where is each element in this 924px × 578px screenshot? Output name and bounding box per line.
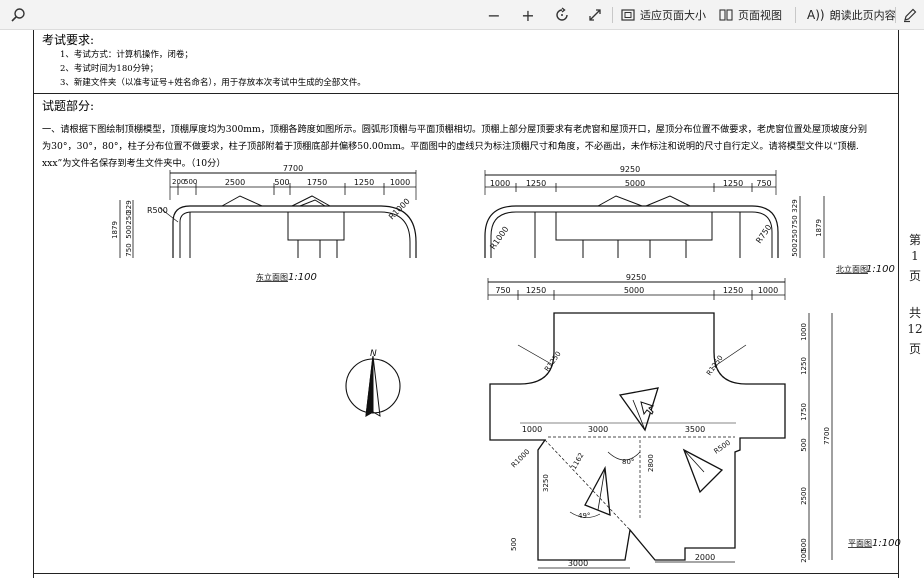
dim-label: 1250 (526, 179, 546, 188)
dim-label: 1879 (815, 219, 823, 237)
dim-label: 1000 (390, 178, 410, 187)
dim-label: 1879 (111, 221, 119, 239)
dim-label: 1000 (522, 425, 542, 434)
dim-label: 250 (791, 229, 799, 242)
technical-drawing: 7700 200 500 2500 500 1750 1250 1000 187… (111, 164, 901, 569)
dim-label: 1250 (800, 357, 808, 375)
dim-label: 750 (125, 243, 133, 256)
dim-label: 3500 (685, 425, 705, 434)
plan-label: 平面图 (848, 539, 872, 548)
dim-label: 2500 (225, 178, 245, 187)
dim-label: 2800 (647, 454, 655, 472)
east-elevation-label: 东立面图 (256, 272, 288, 282)
dim-label: 500 (800, 438, 808, 451)
dim-label: 500 (510, 538, 518, 551)
dim-label: 200 (800, 549, 808, 562)
radius-label: R500 (713, 439, 733, 456)
dim-label: 750 (791, 215, 799, 228)
north-label: N (370, 349, 377, 359)
dim-label: 5000 (624, 286, 644, 295)
dim-label: 3000 (588, 425, 608, 434)
dim-total-north: 9250 (620, 165, 640, 174)
angle-label: 49° (578, 512, 590, 520)
dim-label: 1162 (570, 452, 586, 471)
page-indicator: 第 1 页 (907, 231, 923, 285)
dim-label: 329 (791, 199, 799, 212)
dim-total-east: 7700 (283, 164, 303, 173)
dim-label: 1250 (723, 179, 743, 188)
radius-label: R1000 (510, 448, 532, 470)
dim-label: 500 (125, 225, 133, 238)
dim-label: 2500 (800, 487, 808, 505)
page-indicator-char: 页 (908, 269, 921, 283)
dim-label: 5000 (625, 179, 645, 188)
dim-label: 1750 (800, 403, 808, 421)
page-indicator-char: 12 (907, 322, 923, 336)
dim-label: 1000 (758, 286, 778, 295)
dim-label: 750 (495, 286, 510, 295)
page-total-indicator: 共 12 页 (907, 304, 923, 358)
dim-label: 7700 (823, 427, 831, 445)
dim-label: 2000 (695, 553, 715, 562)
page-indicator-char: 页 (908, 342, 921, 356)
page-indicator-char: 第 (908, 233, 921, 247)
dim-label: 3250 (542, 474, 550, 492)
dim-label: 1250 (526, 286, 546, 295)
dim-total-plan: 9250 (626, 273, 646, 282)
dim-label: 1750 (307, 178, 327, 187)
dim-label: 1000 (490, 179, 510, 188)
dim-label: 1250 (354, 178, 374, 187)
north-elevation-label: 北立面图 (836, 264, 868, 274)
north-compass: N (345, 349, 401, 417)
dim-label: 250 (125, 211, 133, 224)
dim-label: 500 (184, 178, 197, 186)
plan-view: 9250 750 1250 5000 1250 1000 1000 3000 3… (487, 273, 901, 569)
page-indicator-char: 共 (908, 306, 921, 320)
dim-label: 1000 (800, 323, 808, 341)
radius-label: R1000 (387, 197, 412, 222)
radius-label: R1250 (543, 350, 563, 373)
page-indicator-char: 1 (911, 249, 919, 263)
north-elevation: 9250 1000 1250 5000 1250 750 329 750 250… (484, 165, 895, 275)
dim-label: 500 (791, 243, 799, 256)
angle-label: 80° (622, 458, 634, 466)
dim-label: 3000 (568, 559, 588, 568)
radius-label: R500 (147, 206, 168, 215)
radius-label: R1250 (705, 354, 725, 377)
north-elevation-scale: 1:100 (866, 264, 895, 275)
dim-label: 1250 (723, 286, 743, 295)
plan-scale: 1:100 (872, 538, 901, 549)
radius-label: R750 (754, 223, 773, 245)
east-elevation: 7700 200 500 2500 500 1750 1250 1000 187… (111, 164, 417, 283)
dim-label: 750 (756, 179, 771, 188)
dim-label: 500 (274, 178, 289, 187)
east-elevation-scale: 1:100 (288, 272, 317, 283)
